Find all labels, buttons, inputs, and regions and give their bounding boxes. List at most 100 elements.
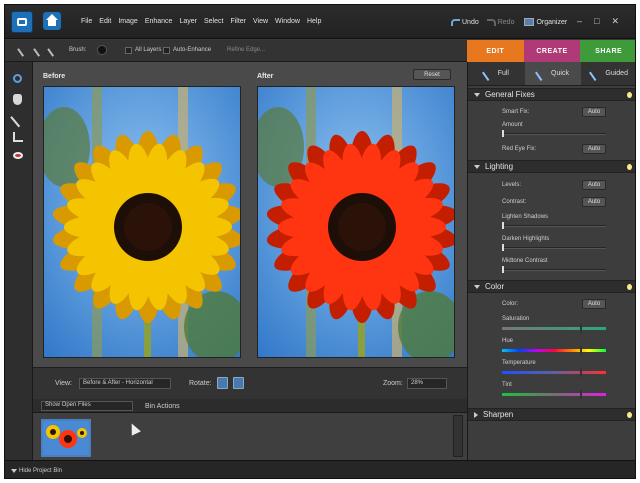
refine-edge-button[interactable]: Refine Edge... [227,47,265,53]
all-layers-label: All Layers [135,47,162,53]
menu-view[interactable]: View [253,18,268,25]
menu-layer[interactable]: Layer [179,18,197,25]
red-eye-tool-icon[interactable] [13,152,23,159]
restore-button[interactable]: □ [594,16,599,27]
view-select[interactable]: Before & After - Horizontal [79,378,171,389]
bin-actions-button[interactable]: Bin Actions [145,403,180,410]
menu-file[interactable]: File [81,18,92,25]
project-bin [33,413,467,460]
view-bar: View: Before & After - Horizontal Rotate… [33,367,467,399]
section-title: Sharpen [483,410,514,419]
bin-scrollbar[interactable] [453,415,463,457]
tint-slider[interactable] [502,390,606,399]
tab-share[interactable]: SHARE [580,40,635,62]
midtone-contrast-knob[interactable] [502,266,504,273]
tab-edit[interactable]: EDIT [467,40,524,62]
lighten-shadows-knob[interactable] [502,222,504,229]
tab-guided-label: Guided [605,70,628,77]
section-sharpen[interactable]: Sharpen [468,408,635,421]
color-auto-button[interactable]: Auto [582,299,606,309]
menu-image[interactable]: Image [118,18,137,25]
before-image[interactable] [43,86,241,358]
close-button[interactable]: ✕ [611,16,619,27]
zoom-tool-icon[interactable] [13,74,22,83]
home-icon[interactable] [43,12,61,30]
redo-icon[interactable] [486,18,496,26]
menu-filter[interactable]: Filter [230,18,246,25]
crop-tool-icon[interactable] [13,132,23,142]
contrast-label: Contrast: [502,199,527,205]
all-layers-checkbox[interactable] [125,47,132,54]
hide-project-bin-button[interactable]: Hide Project Bin [19,468,62,474]
expand-arrow-icon [474,92,480,97]
reset-button[interactable]: Reset [413,69,451,80]
amount-slider[interactable] [502,130,606,137]
auto-enhance-checkbox[interactable] [163,47,170,54]
temperature-slider[interactable] [502,368,606,377]
show-files-select[interactable]: Show Open Files [41,401,133,411]
midtone-contrast-slider[interactable] [502,266,606,273]
tip-bulb-icon[interactable] [627,412,632,418]
section-lighting[interactable]: Lighting [468,160,635,173]
amount-slider-knob[interactable] [502,130,504,137]
hand-tool-icon[interactable] [13,94,22,105]
after-image[interactable] [257,86,455,358]
organizer-button[interactable]: Organizer [536,19,567,26]
tip-bulb-icon[interactable] [627,284,632,290]
camera-icon[interactable] [11,11,33,33]
quick-fix-panel: Full Quick Guided General Fixes Smart Fi… [467,62,635,460]
section-general-fixes[interactable]: General Fixes [468,88,635,101]
hue-knob[interactable] [580,346,582,355]
undo-icon[interactable] [451,18,460,26]
tint-knob[interactable] [580,390,582,399]
expand-arrow-icon [474,284,480,289]
smart-fix-auto-button[interactable]: Auto [582,107,606,117]
view-label: View: [55,380,72,387]
project-bin-bar: Show Open Files Bin Actions [33,399,467,413]
organizer-icon[interactable] [524,18,535,26]
hue-slider[interactable] [502,346,606,355]
brush-size-picker[interactable] [97,45,107,55]
add-selection-icon[interactable] [33,44,46,57]
saturation-slider[interactable] [502,324,606,333]
menu-edit[interactable]: Edit [99,18,111,25]
tab-create[interactable]: CREATE [523,40,581,62]
app-window: File Edit Image Enhance Layer Select Fil… [4,4,636,479]
tab-full[interactable]: Full [468,62,525,85]
undo-button[interactable]: Undo [462,19,479,26]
tip-bulb-icon[interactable] [627,92,632,98]
collapse-arrow-icon[interactable] [11,469,17,473]
menu-select[interactable]: Select [204,18,223,25]
collapsed-arrow-icon [474,411,478,418]
temperature-knob[interactable] [580,368,582,377]
contrast-auto-button[interactable]: Auto [582,197,606,207]
section-color[interactable]: Color [468,280,635,293]
menu-enhance[interactable]: Enhance [145,18,173,25]
minimize-button[interactable]: – [577,16,582,27]
quick-selection-tool-icon[interactable] [10,109,28,128]
rotate-right-icon[interactable] [233,377,244,389]
tab-full-label: Full [497,70,509,77]
subtract-selection-icon[interactable] [47,44,60,57]
brush-tool-icon[interactable] [17,44,30,57]
smart-fix-label: Smart Fix: [502,109,530,115]
lighten-shadows-slider[interactable] [502,222,606,229]
rotate-left-icon[interactable] [217,377,228,389]
zoom-field[interactable]: 28% [407,378,447,389]
levels-auto-button[interactable]: Auto [582,180,606,190]
redo-button[interactable]: Redo [498,19,515,26]
menu-bar: File Edit Image Enhance Layer Select Fil… [5,5,635,39]
darken-highlights-slider[interactable] [502,244,606,251]
tip-bulb-icon[interactable] [627,164,632,170]
tab-guided[interactable]: Guided [581,62,635,85]
lighten-shadows-label: Lighten Shadows [502,214,549,220]
darken-highlights-knob[interactable] [502,244,504,251]
saturation-knob[interactable] [580,324,582,333]
menu-help[interactable]: Help [307,18,321,25]
menu-window[interactable]: Window [275,18,300,25]
guided-edit-icon [589,66,604,81]
open-file-thumbnail[interactable] [41,419,91,457]
tab-quick[interactable]: Quick [524,62,582,85]
auto-enhance-label: Auto-Enhance [173,47,212,53]
red-eye-auto-button[interactable]: Auto [582,144,606,154]
